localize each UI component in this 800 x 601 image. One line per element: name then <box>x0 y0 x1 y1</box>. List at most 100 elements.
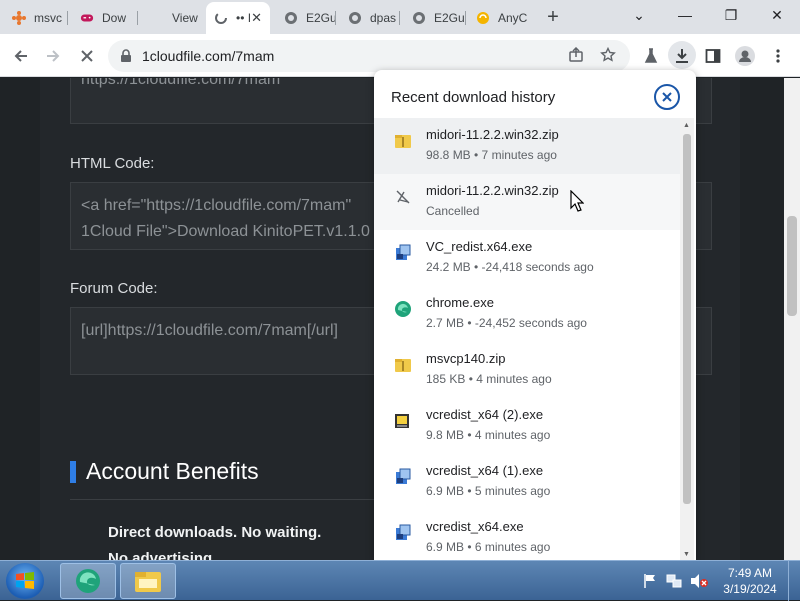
tab-strip: msvc Dow View •• I ✕ E2Gu dpas E2Gu AnyC… <box>0 0 800 34</box>
download-icon[interactable] <box>669 43 695 69</box>
download-filename: vcredist_x64 (2).exe <box>426 407 544 422</box>
tab-title: E2Gu <box>434 11 465 25</box>
page-scrollbar[interactable] <box>784 78 800 560</box>
minimize-icon[interactable]: — <box>662 4 708 26</box>
download-item[interactable]: msvcp140.zip 185 KB • 4 minutes ago <box>374 342 680 398</box>
download-list: midori-11.2.2.win32.zip 98.8 MB • 7 minu… <box>374 118 680 560</box>
windows-taskbar: 7:49 AM 3/19/2024 <box>0 560 800 601</box>
mouse-cursor-icon <box>570 189 585 217</box>
account-benefits-heading: Account Benefits <box>70 458 259 485</box>
download-status: 6.9 MB • 5 minutes ago <box>426 484 551 498</box>
tab-title: AnyC <box>498 11 528 25</box>
taskbar-explorer-button[interactable] <box>120 563 176 599</box>
zip-folder-icon <box>394 132 412 150</box>
stop-loading-icon[interactable] <box>74 43 100 69</box>
download-filename: chrome.exe <box>426 295 494 310</box>
tab-active[interactable]: •• I ✕ <box>206 2 270 34</box>
network-icon[interactable] <box>666 573 682 589</box>
globe-icon <box>284 11 298 25</box>
clock-time: 7:49 AM <box>727 566 773 580</box>
download-status: Cancelled <box>426 204 480 218</box>
cancelled-file-icon <box>394 188 412 206</box>
globe-icon <box>348 11 362 25</box>
installer-icon <box>394 524 412 542</box>
clock-date: 3/19/2024 <box>723 582 777 596</box>
taskbar-edge-button[interactable] <box>60 563 116 599</box>
spinner-icon <box>214 11 228 25</box>
download-filename: msvcp140.zip <box>426 351 506 366</box>
tab-msvc[interactable]: msvc <box>4 4 68 32</box>
download-bubble-title: Recent download history <box>391 89 556 106</box>
installer-icon <box>394 468 412 486</box>
installer-icon <box>394 244 412 262</box>
tab-title: View <box>172 11 198 25</box>
folder-icon <box>135 572 161 592</box>
edge-app-icon <box>394 300 412 318</box>
download-status: 98.8 MB • 7 minutes ago <box>426 148 557 162</box>
close-tab-icon[interactable]: ✕ <box>251 10 262 26</box>
tab-view[interactable]: View <box>142 4 204 32</box>
download-item[interactable]: midori-11.2.2.win32.zip 98.8 MB • 7 minu… <box>374 118 680 174</box>
download-filename: vcredist_x64 (1).exe <box>426 463 544 478</box>
download-item[interactable]: vcredist_x64.exe 6.9 MB • 6 minutes ago <box>374 510 680 560</box>
tab-title: •• I <box>236 11 252 25</box>
page-scrollbar-thumb[interactable] <box>787 216 797 316</box>
tab-title: dpas <box>370 11 397 25</box>
download-item[interactable]: chrome.exe 2.7 MB • -24,452 seconds ago <box>374 286 680 342</box>
html-code-label: HTML Code: <box>70 155 155 172</box>
profile-avatar-icon[interactable] <box>732 43 758 69</box>
address-bar[interactable]: 1cloudfile.com/7mam <box>108 40 630 72</box>
bookmark-star-icon[interactable] <box>600 46 616 67</box>
setup-icon <box>394 412 412 430</box>
download-item[interactable]: midori-11.2.2.win32.zip Cancelled <box>374 174 680 230</box>
labs-flask-icon[interactable] <box>638 43 664 69</box>
side-panel-icon[interactable] <box>700 43 726 69</box>
download-status: 2.7 MB • -24,452 seconds ago <box>426 316 587 330</box>
volume-muted-icon[interactable] <box>690 573 708 589</box>
tab-anyconv[interactable]: AnyC <box>468 4 532 32</box>
download-status: 9.8 MB • 4 minutes ago <box>426 428 551 442</box>
share-icon[interactable] <box>568 46 584 67</box>
url-text[interactable]: 1cloudfile.com/7mam <box>142 48 274 64</box>
forum-code-value: [url]https://1cloudfile.com/7mam[/url] <box>81 322 338 339</box>
lock-icon[interactable] <box>120 49 132 68</box>
download-list-scrollbar-thumb[interactable] <box>683 134 691 504</box>
download-item[interactable]: vcredist_x64 (1).exe 6.9 MB • 5 minutes … <box>374 454 680 510</box>
tab-title: msvc <box>34 11 62 25</box>
download-item[interactable]: vcredist_x64 (2).exe 9.8 MB • 4 minutes … <box>374 398 680 454</box>
edge-app-icon <box>76 569 100 593</box>
tab-e2gu-2[interactable]: E2Gu <box>404 4 466 32</box>
show-desktop-button[interactable] <box>788 561 800 601</box>
link-code-value: https://1cloudfile.com/7mam <box>81 78 281 88</box>
back-arrow-icon[interactable] <box>8 43 34 69</box>
menu-dots-icon[interactable] <box>765 43 791 69</box>
download-status: 6.9 MB • 6 minutes ago <box>426 540 551 554</box>
tab-download[interactable]: Dow <box>72 4 138 32</box>
tab-title: Dow <box>102 11 127 25</box>
close-window-icon[interactable]: ✕ <box>754 4 800 26</box>
download-list-scrollbar[interactable]: ▲ ▼ <box>680 118 694 560</box>
new-tab-icon[interactable]: + <box>542 6 564 29</box>
benefit-item: No advertising <box>108 550 213 560</box>
restore-icon[interactable]: ❐ <box>708 4 754 26</box>
divider <box>70 499 390 500</box>
system-clock[interactable]: 7:49 AM 3/19/2024 <box>718 565 782 597</box>
start-button[interactable] <box>6 563 44 599</box>
flag-icon[interactable] <box>642 573 658 589</box>
tab-title: E2Gu <box>306 11 336 25</box>
download-status: 185 KB • 4 minutes ago <box>426 372 552 386</box>
anyconv-icon <box>476 11 490 25</box>
close-icon[interactable] <box>654 84 680 110</box>
tab-dpas[interactable]: dpas <box>340 4 400 32</box>
download-status: 24.2 MB • -24,418 seconds ago <box>426 260 594 274</box>
scroll-up-arrow-icon[interactable]: ▲ <box>683 122 690 129</box>
windows-logo-icon <box>16 572 34 589</box>
forward-arrow-icon[interactable] <box>40 43 66 69</box>
chevron-down-icon[interactable]: ⌄ <box>616 4 662 26</box>
tab-e2gu-1[interactable]: E2Gu <box>276 4 336 32</box>
zip-folder-icon <box>394 356 412 374</box>
scroll-down-arrow-icon[interactable]: ▼ <box>683 551 690 558</box>
download-filename: VC_redist.x64.exe <box>426 239 533 254</box>
download-item[interactable]: VC_redist.x64.exe 24.2 MB • -24,418 seco… <box>374 230 680 286</box>
forum-code-label: Forum Code: <box>70 280 158 297</box>
